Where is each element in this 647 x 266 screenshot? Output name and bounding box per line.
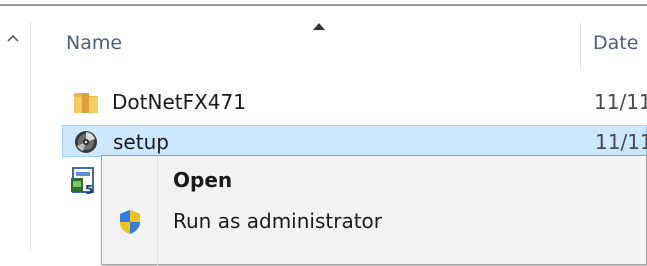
column-divider[interactable] (580, 22, 581, 70)
installer-icon: 5 (71, 167, 94, 197)
menu-item-open[interactable]: Open (102, 161, 646, 199)
svg-text:5: 5 (85, 183, 93, 197)
uac-shield-icon (120, 210, 140, 234)
toolbar-divider (0, 4, 647, 6)
menu-item-run-as-administrator[interactable]: Run as administrator (102, 202, 646, 240)
menu-item-label: Open (173, 168, 233, 192)
folder-icon (74, 93, 98, 113)
file-row-dotnetfx471[interactable]: DotNetFX471 11/11 (62, 86, 647, 118)
file-date: 11/11 (594, 90, 647, 114)
file-row-setup[interactable]: setup 11/11 (62, 125, 647, 157)
file-name: setup (113, 130, 169, 154)
column-header-name[interactable]: Name (66, 32, 122, 54)
sort-ascending-icon (313, 23, 325, 30)
scroll-up-icon[interactable] (6, 32, 20, 44)
context-menu: Open Run as administrator (101, 155, 647, 266)
column-header-row: Name Date (31, 22, 647, 70)
navigation-pane-scrollbar[interactable] (0, 22, 31, 251)
setup-disc-icon (75, 131, 97, 153)
file-name: DotNetFX471 (112, 90, 246, 114)
menu-item-label: Run as administrator (173, 209, 383, 233)
file-date: 11/11 (595, 130, 647, 154)
column-header-date[interactable]: Date (593, 32, 638, 54)
